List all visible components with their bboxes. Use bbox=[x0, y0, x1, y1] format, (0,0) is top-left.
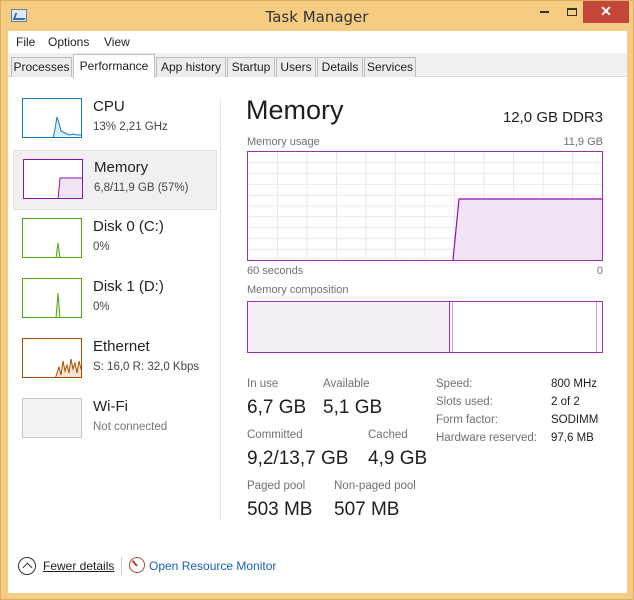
maximize-icon bbox=[567, 7, 577, 16]
sidebar-item-wifi[interactable]: Wi-Fi Not connected bbox=[13, 390, 217, 450]
client-area: File Options View Processes Performance … bbox=[8, 31, 627, 593]
composition-modified bbox=[452, 302, 453, 352]
sidebar-item-label: Disk 0 (C:) bbox=[93, 218, 164, 235]
cached-label: Cached bbox=[368, 429, 408, 441]
graph-time-end: 0 bbox=[596, 265, 603, 277]
footer: Fewer details Open Resource Monitor bbox=[8, 551, 627, 581]
sidebar-item-cpu[interactable]: CPU 13% 2,21 GHz bbox=[13, 90, 217, 150]
minimize-button[interactable] bbox=[530, 1, 558, 23]
title-bar: Task Manager ✕ bbox=[1, 1, 633, 31]
graph-time-span: 60 seconds bbox=[247, 265, 304, 277]
in-use-value: 6,7 GB bbox=[247, 397, 307, 418]
disk-0-thumbnail bbox=[22, 218, 82, 258]
hardware-reserved-label: Hardware reserved: bbox=[436, 432, 537, 444]
cpu-thumbnail bbox=[22, 98, 82, 138]
non-paged-pool-value: 507 MB bbox=[334, 499, 400, 520]
fewer-details-button[interactable]: Fewer details bbox=[43, 559, 114, 573]
slots-used-value: 2 of 2 bbox=[551, 396, 580, 408]
task-manager-window: Task Manager ✕ File Options View Process… bbox=[0, 0, 634, 600]
menu-view[interactable]: View bbox=[104, 35, 130, 49]
tab-users[interactable]: Users bbox=[276, 57, 316, 77]
resource-monitor-icon bbox=[129, 557, 145, 573]
sidebar-item-detail: Not connected bbox=[93, 421, 168, 433]
memory-capacity: 12,0 GB DDR3 bbox=[502, 109, 603, 126]
form-factor-value: SODIMM bbox=[551, 414, 599, 426]
in-use-label: In use bbox=[247, 378, 279, 390]
sidebar-item-label: Memory bbox=[94, 159, 149, 176]
cpu-thumbnail-graph bbox=[52, 116, 81, 137]
paged-pool-label: Paged pool bbox=[247, 480, 306, 492]
memory-composition-label: Memory composition bbox=[247, 284, 349, 296]
footer-separator bbox=[121, 557, 122, 575]
paged-pool-value: 503 MB bbox=[247, 499, 313, 520]
memory-composition-bar bbox=[247, 301, 603, 353]
committed-value: 9,2/13,7 GB bbox=[247, 448, 349, 469]
tab-services[interactable]: Services bbox=[364, 57, 416, 77]
tab-processes[interactable]: Processes bbox=[11, 57, 72, 77]
memory-usage-max: 11,9 GB bbox=[563, 136, 603, 148]
tab-bar: Processes Performance App history Startu… bbox=[8, 53, 627, 78]
sidebar-item-detail: S: 16,0 R: 32,0 Kbps bbox=[93, 361, 200, 373]
ethernet-thumbnail-graph bbox=[55, 358, 81, 377]
committed-label: Committed bbox=[247, 429, 303, 441]
available-value: 5,1 GB bbox=[323, 397, 383, 418]
close-button[interactable]: ✕ bbox=[583, 1, 629, 23]
sidebar-item-detail: 0% bbox=[93, 241, 110, 253]
menu-file[interactable]: File bbox=[16, 35, 35, 49]
open-resource-monitor-link[interactable]: Open Resource Monitor bbox=[149, 559, 276, 573]
tab-app-history[interactable]: App history bbox=[156, 57, 226, 77]
menu-bar: File Options View bbox=[8, 31, 627, 53]
sidebar-item-detail: 0% bbox=[93, 301, 110, 313]
sidebar-item-ethernet[interactable]: Ethernet S: 16,0 R: 32,0 Kbps bbox=[13, 330, 217, 390]
sidebar-item-detail: 13% 2,21 GHz bbox=[93, 121, 168, 133]
resource-list: CPU 13% 2,21 GHz Memory 6,8/11,9 GB (57%… bbox=[8, 78, 220, 528]
tab-startup[interactable]: Startup bbox=[227, 57, 275, 77]
memory-thumbnail-graph bbox=[57, 177, 82, 198]
form-factor-label: Form factor: bbox=[436, 414, 498, 426]
memory-usage-label: Memory usage bbox=[247, 136, 320, 148]
composition-in-use bbox=[248, 302, 450, 352]
memory-usage-chart bbox=[248, 152, 602, 261]
sidebar-item-disk-0[interactable]: Disk 0 (C:) 0% bbox=[13, 210, 217, 270]
hardware-reserved-value: 97,6 MB bbox=[551, 432, 594, 444]
sidebar-item-detail: 6,8/11,9 GB (57%) bbox=[94, 182, 189, 194]
memory-usage-graph bbox=[247, 151, 603, 261]
sidebar-item-label: Ethernet bbox=[93, 338, 150, 355]
sidebar-item-label: Disk 1 (D:) bbox=[93, 278, 164, 295]
disk-1-thumbnail-graph bbox=[55, 292, 61, 317]
menu-options[interactable]: Options bbox=[48, 35, 89, 49]
page-title: Memory bbox=[246, 95, 344, 125]
slots-used-label: Slots used: bbox=[436, 396, 493, 408]
sidebar-item-label: Wi-Fi bbox=[93, 398, 128, 415]
composition-standby bbox=[596, 302, 597, 352]
disk-0-thumbnail-graph bbox=[55, 242, 61, 257]
available-label: Available bbox=[323, 378, 370, 390]
disk-1-thumbnail bbox=[22, 278, 82, 318]
wifi-thumbnail bbox=[22, 398, 82, 438]
cached-value: 4,9 GB bbox=[368, 448, 428, 469]
speed-value: 800 MHz bbox=[551, 378, 598, 390]
sidebar-item-memory[interactable]: Memory 6,8/11,9 GB (57%) bbox=[13, 150, 217, 210]
non-paged-pool-label: Non-paged pool bbox=[334, 480, 416, 492]
tab-performance[interactable]: Performance bbox=[73, 54, 155, 78]
minimize-icon bbox=[539, 10, 549, 13]
pane-divider bbox=[220, 99, 221, 519]
sidebar-item-disk-1[interactable]: Disk 1 (D:) 0% bbox=[13, 270, 217, 330]
ethernet-thumbnail bbox=[22, 338, 82, 378]
maximize-button[interactable] bbox=[558, 1, 586, 23]
chevron-up-icon[interactable] bbox=[18, 557, 36, 575]
memory-thumbnail bbox=[23, 159, 83, 199]
speed-label: Speed: bbox=[436, 378, 473, 390]
tab-details[interactable]: Details bbox=[317, 57, 363, 77]
sidebar-item-label: CPU bbox=[93, 98, 125, 115]
